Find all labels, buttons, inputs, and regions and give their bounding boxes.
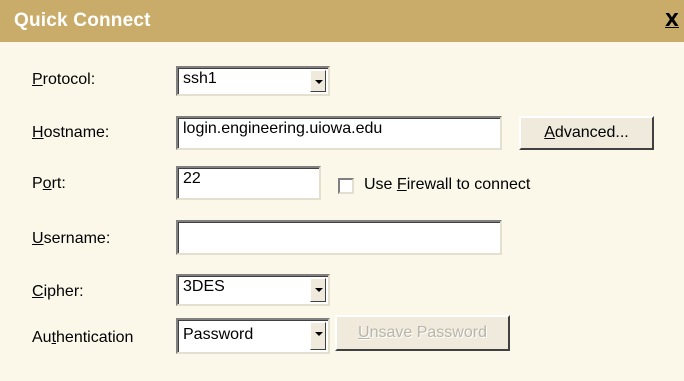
username-input[interactable] xyxy=(176,220,502,255)
protocol-value: ssh1 xyxy=(183,70,217,87)
window-title: Quick Connect xyxy=(14,10,151,31)
username-label: Username: xyxy=(32,230,111,247)
chevron-down-icon[interactable] xyxy=(310,70,326,92)
port-label: Port: xyxy=(32,175,66,192)
chevron-down-icon[interactable] xyxy=(310,278,326,302)
chevron-down-icon[interactable] xyxy=(310,322,326,350)
unsave-password-button[interactable]: Unsave Password xyxy=(335,315,510,351)
hostname-label: Hostname: xyxy=(32,124,110,141)
hostname-value: login.engineering.uiowa.edu xyxy=(183,120,383,137)
cipher-value: 3DES xyxy=(183,278,225,295)
title-bar[interactable]: Quick Connect X xyxy=(0,0,684,42)
port-value: 22 xyxy=(183,170,201,187)
firewall-checkbox[interactable] xyxy=(338,178,354,194)
hostname-input[interactable]: login.engineering.uiowa.edu xyxy=(176,116,502,150)
authentication-select[interactable]: Password xyxy=(176,318,330,354)
quick-connect-dialog: Quick Connect X Protocol: ssh1 Hostname:… xyxy=(0,0,684,381)
firewall-checkbox-label[interactable]: Use Firewall to connect xyxy=(364,176,530,194)
authentication-label: Authentication xyxy=(32,329,134,346)
cipher-label: Cipher: xyxy=(32,283,84,300)
advanced-button[interactable]: Advanced... xyxy=(519,116,654,150)
protocol-select[interactable]: ssh1 xyxy=(176,66,330,96)
protocol-label: Protocol: xyxy=(32,71,96,88)
port-input[interactable]: 22 xyxy=(176,166,321,200)
authentication-value: Password xyxy=(183,326,254,343)
close-icon[interactable]: X xyxy=(660,10,684,32)
cipher-select[interactable]: 3DES xyxy=(176,274,330,306)
